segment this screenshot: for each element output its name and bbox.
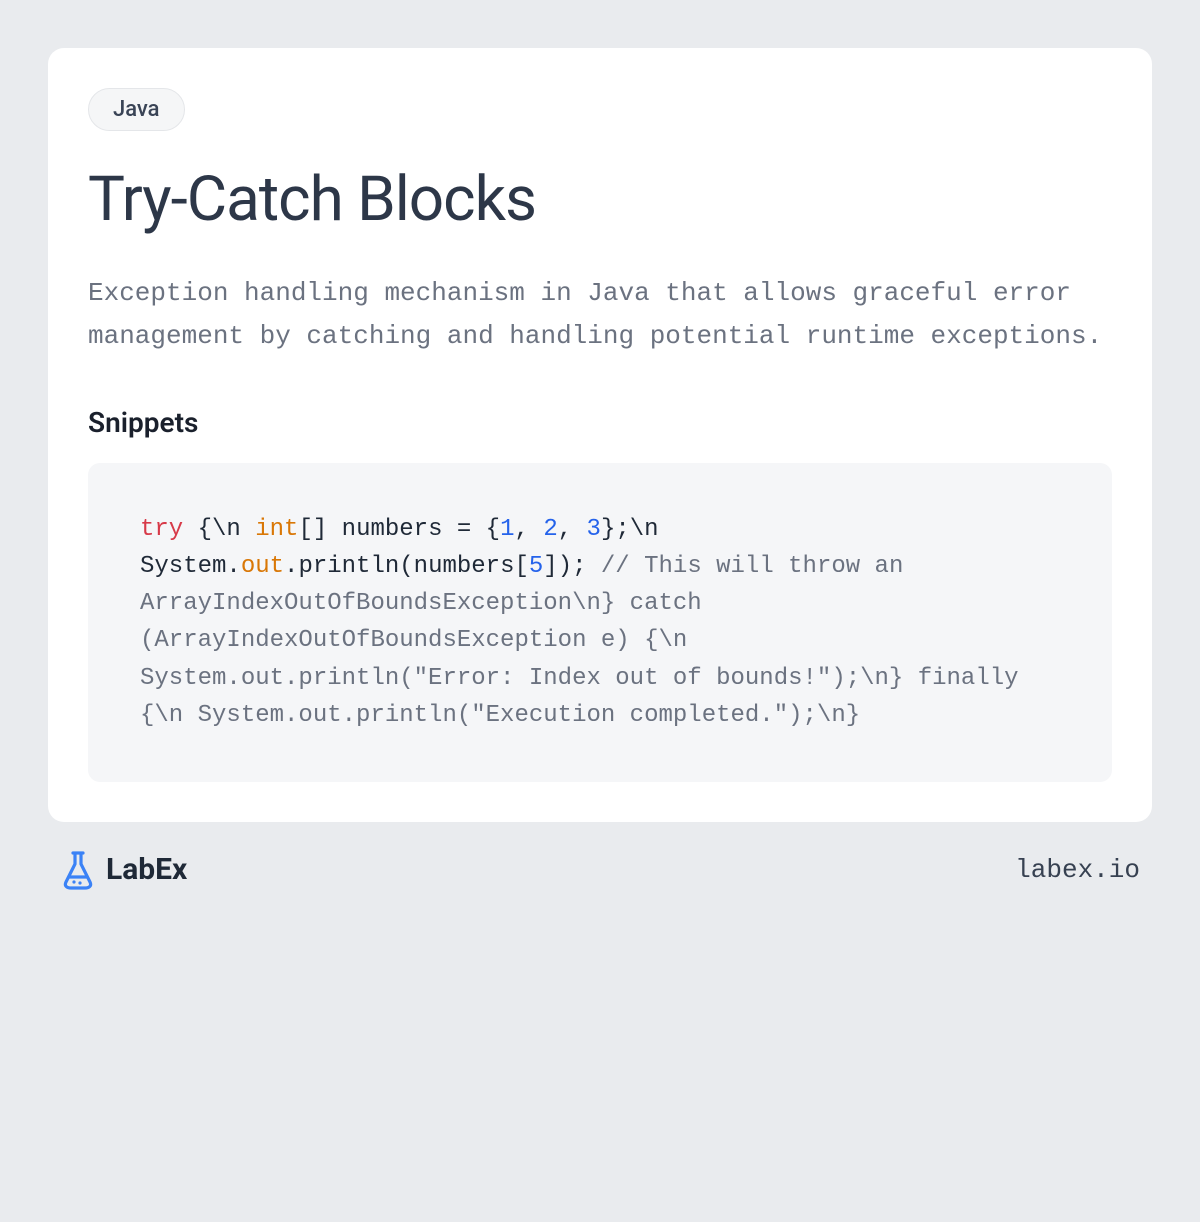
brand-logo: LabEx — [60, 850, 187, 890]
language-tag: Java — [88, 88, 185, 131]
code-token: int — [255, 516, 298, 543]
flask-icon — [60, 850, 96, 890]
content-card: Java Try-Catch Blocks Exception handling… — [48, 48, 1152, 822]
code-token: out — [241, 553, 284, 580]
code-token: , — [515, 516, 544, 543]
code-snippet: try {\n int[] numbers = {1, 2, 3};\n Sys… — [88, 463, 1112, 782]
code-token: [] numbers = { — [298, 516, 500, 543]
code-token: .println(numbers[ — [284, 553, 529, 580]
concept-description: Exception handling mechanism in Java tha… — [88, 272, 1112, 358]
page-title: Try-Catch Blocks — [88, 163, 1112, 236]
code-token: 5 — [529, 553, 543, 580]
snippets-heading: Snippets — [88, 406, 1112, 439]
code-token: try — [140, 516, 183, 543]
page-footer: LabEx labex.io — [48, 850, 1152, 890]
code-token: 3 — [587, 516, 601, 543]
brand-name: LabEx — [106, 852, 187, 887]
footer-url: labex.io — [1015, 855, 1140, 885]
code-token: {\n — [183, 516, 255, 543]
code-token: ]); — [543, 553, 601, 580]
code-token: 2 — [543, 516, 557, 543]
code-token: 1 — [500, 516, 514, 543]
code-token: , — [558, 516, 587, 543]
